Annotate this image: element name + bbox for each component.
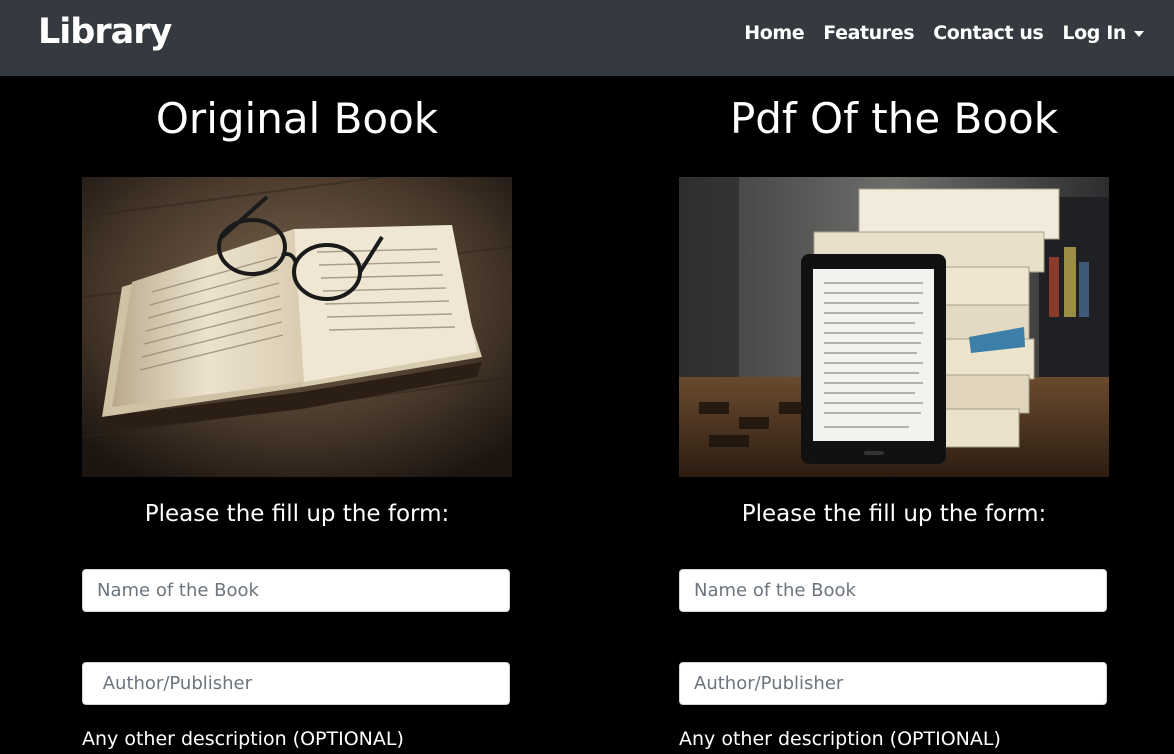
pdf-book-image: [679, 177, 1109, 477]
pdf-form-prompt: Please the fill up the form:: [741, 501, 1047, 527]
original-book-name-input[interactable]: [82, 569, 510, 612]
original-form-prompt: Please the fill up the form:: [144, 501, 450, 527]
original-author-publisher-input[interactable]: [82, 662, 510, 705]
nav-menu: Home Features Contact us Log In: [744, 22, 1144, 44]
nav-login-dropdown[interactable]: Log In: [1062, 22, 1144, 44]
original-description-label: Any other description (OPTIONAL): [82, 728, 404, 750]
pdf-author-publisher-input[interactable]: [679, 662, 1107, 705]
nav-home[interactable]: Home: [744, 22, 804, 44]
caret-down-icon: [1134, 30, 1144, 37]
original-book-image: [82, 177, 512, 477]
nav-login-label: Log In: [1062, 22, 1126, 44]
nav-features[interactable]: Features: [823, 22, 914, 44]
original-book-heading: Original Book: [155, 94, 439, 143]
brand-logo[interactable]: Library: [38, 12, 172, 52]
pdf-description-label: Any other description (OPTIONAL): [679, 728, 1001, 750]
nav-contact-us[interactable]: Contact us: [933, 22, 1044, 44]
navbar: Library Home Features Contact us Log In: [0, 0, 1174, 76]
pdf-book-name-input[interactable]: [679, 569, 1107, 612]
pdf-book-heading: Pdf Of the Book: [729, 94, 1059, 143]
